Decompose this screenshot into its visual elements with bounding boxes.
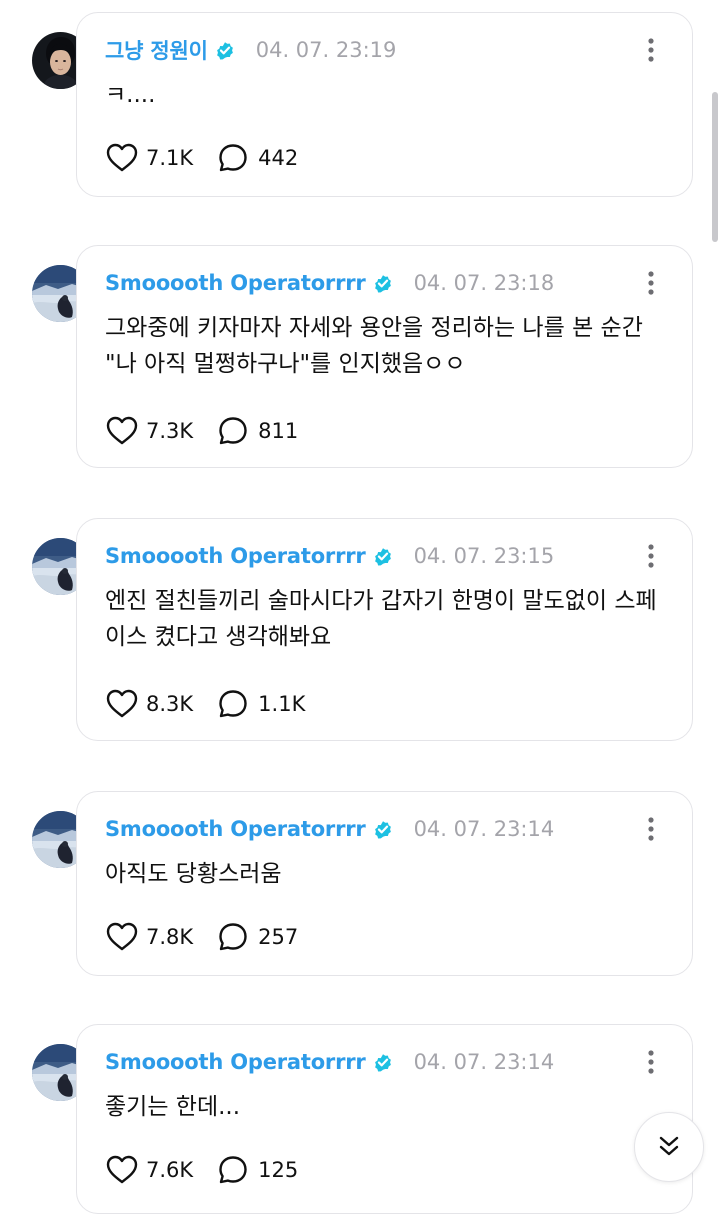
post-card[interactable]: Smooooth Operatorrrr 04. 07. 23:15 엔진 절친… [76,518,693,741]
thread-feed: 그냥 정원이 04. 07. 23:19 ㅋ.... 7.1K 442 Smoo… [0,0,725,1214]
post-actions: 7.3K 811 [105,414,298,448]
speech-bubble-icon[interactable] [216,1153,250,1187]
heart-icon[interactable] [105,920,139,954]
post-card[interactable]: Smooooth Operatorrrr 04. 07. 23:18 그와중에 … [76,245,693,468]
author-name[interactable]: Smooooth Operatorrrr [105,271,366,295]
post-card[interactable]: 그냥 정원이 04. 07. 23:19 ㅋ.... 7.1K 442 [76,12,693,197]
more-vertical-icon[interactable] [646,1049,656,1075]
post-timestamp: 04. 07. 23:19 [255,38,397,62]
author-name[interactable]: Smooooth Operatorrrr [105,817,366,841]
post-timestamp: 04. 07. 23:15 [413,544,555,568]
author-name[interactable]: Smooooth Operatorrrr [105,1050,366,1074]
scrollbar[interactable] [712,92,718,242]
post-timestamp: 04. 07. 23:14 [413,817,555,841]
speech-bubble-icon[interactable] [216,141,250,175]
post-card[interactable]: Smooooth Operatorrrr 04. 07. 23:14 좋기는 한… [76,1024,693,1214]
post-card[interactable]: Smooooth Operatorrrr 04. 07. 23:14 아직도 당… [76,791,693,976]
post-header: Smooooth Operatorrrr 04. 07. 23:14 [105,1047,554,1077]
post-text: 엔진 절친들끼리 술마시다가 갑자기 한명이 말도없이 스페이스 켰다고 생각해… [105,588,657,650]
verified-badge-icon [214,39,236,61]
reply-count: 442 [258,146,299,170]
post-header: Smooooth Operatorrrr 04. 07. 23:18 [105,268,554,298]
speech-bubble-icon[interactable] [216,687,250,721]
like-count: 7.8K [146,925,194,949]
speech-bubble-icon[interactable] [216,920,250,954]
post-timestamp: 04. 07. 23:14 [413,1050,555,1074]
post-text: ㅋ.... [105,82,156,108]
author-name[interactable]: Smooooth Operatorrrr [105,544,366,568]
speech-bubble-icon[interactable] [216,414,250,448]
post-header: Smooooth Operatorrrr 04. 07. 23:14 [105,814,554,844]
post-text: 아직도 당황스러움 [105,861,282,887]
more-vertical-icon[interactable] [646,543,656,569]
scroll-down-button[interactable] [634,1112,704,1182]
post-header: Smooooth Operatorrrr 04. 07. 23:15 [105,541,554,571]
post-text: 그와중에 키자마자 자세와 용안을 정리하는 나를 본 순간 "나 아직 멀쩡하… [105,315,643,377]
more-vertical-icon[interactable] [646,270,656,296]
heart-icon[interactable] [105,141,139,175]
like-count: 7.3K [146,419,194,443]
verified-badge-icon [372,272,394,294]
heart-icon[interactable] [105,687,139,721]
post-header: 그냥 정원이 04. 07. 23:19 [105,35,396,65]
heart-icon[interactable] [105,414,139,448]
reply-count: 811 [258,419,299,443]
verified-badge-icon [372,818,394,840]
like-count: 7.1K [146,146,194,170]
more-vertical-icon[interactable] [646,816,656,842]
reply-count: 125 [258,1158,299,1182]
post-actions: 8.3K 1.1K [105,687,305,721]
author-name[interactable]: 그냥 정원이 [105,35,208,65]
post-timestamp: 04. 07. 23:18 [413,271,555,295]
post-actions: 7.1K 442 [105,141,298,175]
like-count: 8.3K [146,692,194,716]
reply-count: 257 [258,925,299,949]
more-vertical-icon[interactable] [646,37,656,63]
double-chevron-down-icon [659,1136,679,1156]
heart-icon[interactable] [105,1153,139,1187]
post-text: 좋기는 한데... [105,1094,241,1120]
like-count: 7.6K [146,1158,194,1182]
verified-badge-icon [372,545,394,567]
post-actions: 7.8K 257 [105,920,298,954]
post-actions: 7.6K 125 [105,1153,298,1187]
reply-count: 1.1K [258,692,306,716]
verified-badge-icon [372,1051,394,1073]
